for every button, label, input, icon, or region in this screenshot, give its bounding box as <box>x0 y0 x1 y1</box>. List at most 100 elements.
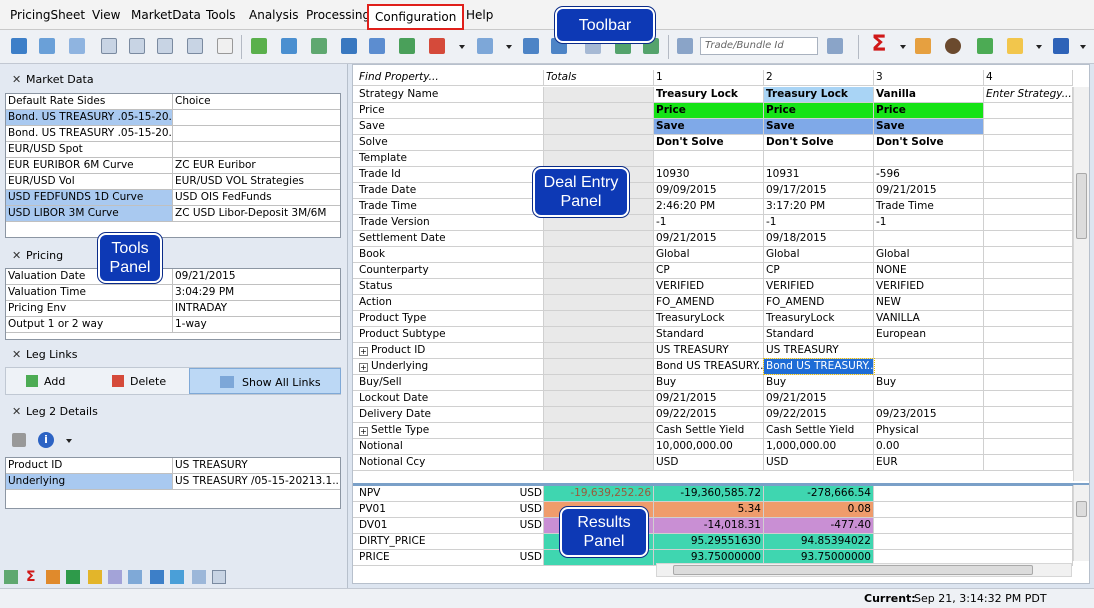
close-icon[interactable]: ✕ <box>12 348 21 361</box>
grid-cell[interactable] <box>874 391 984 406</box>
grid-cell[interactable]: -1 <box>874 215 984 230</box>
grid-cell[interactable] <box>984 231 1073 246</box>
table-row[interactable]: Pricing Env INTRADAY <box>6 301 340 317</box>
grid-cell[interactable] <box>984 311 1073 326</box>
grid-cell[interactable]: 10,000,000.00 <box>654 439 764 454</box>
import-icon[interactable] <box>8 35 30 57</box>
grid-cell[interactable]: USD <box>764 455 874 470</box>
grid-cell[interactable]: Cash Settle Yield <box>654 423 764 438</box>
grid-cell[interactable] <box>984 183 1073 198</box>
grid-cell[interactable] <box>544 103 654 118</box>
column-header[interactable]: 2 <box>764 70 874 85</box>
transfer-icon[interactable] <box>974 35 996 57</box>
grid-cell[interactable] <box>984 199 1073 214</box>
checklist4-icon[interactable] <box>184 35 206 57</box>
horizontal-scrollbar[interactable] <box>656 563 1072 577</box>
grid-cell[interactable]: Treasury Lock <box>764 87 874 102</box>
grid-cell[interactable]: -596 <box>874 167 984 182</box>
find-trade-icon[interactable] <box>674 35 696 57</box>
table-row[interactable]: Valuation Date 09/21/2015 <box>6 269 340 285</box>
zoom-grid-icon[interactable] <box>66 35 88 57</box>
grid-cell[interactable] <box>544 151 654 166</box>
edit-icon[interactable] <box>338 35 360 57</box>
column-header[interactable]: 1 <box>654 70 764 85</box>
grid-cell[interactable]: Global <box>654 247 764 262</box>
grid-cell[interactable]: European <box>874 327 984 342</box>
close-icon[interactable]: ✕ <box>12 405 21 418</box>
grid-cell[interactable]: 10931 <box>764 167 874 182</box>
bull-icon[interactable] <box>942 35 964 57</box>
grid-cell[interactable]: Treasury Lock <box>654 87 764 102</box>
grid-cell[interactable]: TreasuryLock <box>764 311 874 326</box>
table-icon[interactable] <box>192 570 206 584</box>
grid-cell[interactable]: VERIFIED <box>874 279 984 294</box>
grid-cell[interactable] <box>874 343 984 358</box>
grid-cell[interactable] <box>544 391 654 406</box>
grid-cell[interactable]: Save <box>764 119 874 134</box>
grid-cell[interactable]: Price <box>764 103 874 118</box>
menu-marketdata[interactable]: MarketData <box>131 8 201 22</box>
grid-cell[interactable]: Buy <box>764 375 874 390</box>
column-header[interactable]: 4 <box>984 70 1073 85</box>
grid-cell[interactable] <box>544 279 654 294</box>
grid-cell[interactable]: EUR <box>874 455 984 470</box>
grid-cell[interactable]: 2:46:20 PM <box>654 199 764 214</box>
grid-cell[interactable]: -1 <box>654 215 764 230</box>
grid-cell[interactable] <box>984 423 1073 438</box>
grid-cell[interactable] <box>984 167 1073 182</box>
grid-view-icon[interactable] <box>12 433 26 447</box>
grid-cell[interactable] <box>544 135 654 150</box>
scale-icon[interactable] <box>214 35 236 57</box>
grid-cell[interactable]: 10930 <box>654 167 764 182</box>
search-icon[interactable] <box>128 570 142 584</box>
chart-icon[interactable] <box>36 35 58 57</box>
grid-cell[interactable] <box>984 279 1073 294</box>
grid-cell[interactable] <box>544 263 654 278</box>
grid-cell[interactable]: Don't Solve <box>654 135 764 150</box>
grid-cell[interactable] <box>984 455 1073 470</box>
grid-cell[interactable] <box>544 247 654 262</box>
grid-cell[interactable] <box>544 455 654 470</box>
show-all-links-button[interactable]: Show All Links <box>189 368 341 394</box>
grid-cell[interactable]: Price <box>654 103 764 118</box>
grid-cell[interactable]: 09/21/2015 <box>654 231 764 246</box>
grid-cell[interactable]: Enter Strategy... <box>984 87 1073 102</box>
delete-link-button[interactable]: Delete <box>112 368 192 394</box>
grid-cell[interactable]: Price <box>874 103 984 118</box>
grid-cell[interactable]: US TREASURY <box>764 343 874 358</box>
grid-cell[interactable] <box>544 423 654 438</box>
column-header[interactable]: Totals <box>544 70 654 85</box>
menu-help[interactable]: Help <box>466 8 493 22</box>
grid-cell[interactable] <box>544 231 654 246</box>
grid-cell[interactable] <box>984 263 1073 278</box>
checklist3-icon[interactable] <box>154 35 176 57</box>
table-row[interactable]: USD LIBOR 3M Curve ZC USD Libor-Deposit 3… <box>6 206 340 222</box>
grid-cell[interactable] <box>984 247 1073 262</box>
grid-cell[interactable]: Standard <box>764 327 874 342</box>
expand-icon[interactable]: + <box>359 427 368 436</box>
table-row[interactable]: Output 1 or 2 way 1-way <box>6 317 340 333</box>
grid-cell[interactable] <box>984 375 1073 390</box>
table-row[interactable]: Bond. US TREASURY .05-15-20... <box>6 110 340 126</box>
chart-line-icon[interactable] <box>4 570 18 584</box>
grid-cell[interactable]: 3:17:20 PM <box>764 199 874 214</box>
grid-cell[interactable] <box>764 151 874 166</box>
grid-cell[interactable] <box>544 119 654 134</box>
menu-pricingsheet[interactable]: PricingSheet <box>10 8 85 22</box>
grid-cell[interactable] <box>544 375 654 390</box>
grid-cell[interactable] <box>544 407 654 422</box>
grid-cell[interactable]: Save <box>654 119 764 134</box>
grid-cell[interactable]: USD <box>654 455 764 470</box>
delete-icon[interactable] <box>426 35 448 57</box>
grid-cell[interactable]: 09/22/2015 <box>654 407 764 422</box>
grid-cell[interactable] <box>984 103 1073 118</box>
grid-cell[interactable] <box>544 327 654 342</box>
grid-cell[interactable]: CP <box>654 263 764 278</box>
checklist2-icon[interactable] <box>126 35 148 57</box>
close-icon[interactable]: ✕ <box>12 249 21 262</box>
add-link-button[interactable]: Add <box>26 368 96 394</box>
table-row[interactable]: Valuation Time 3:04:29 PM <box>6 285 340 301</box>
grid-cell[interactable] <box>984 391 1073 406</box>
grid-cell[interactable]: VERIFIED <box>764 279 874 294</box>
upload-icon[interactable] <box>170 570 184 584</box>
